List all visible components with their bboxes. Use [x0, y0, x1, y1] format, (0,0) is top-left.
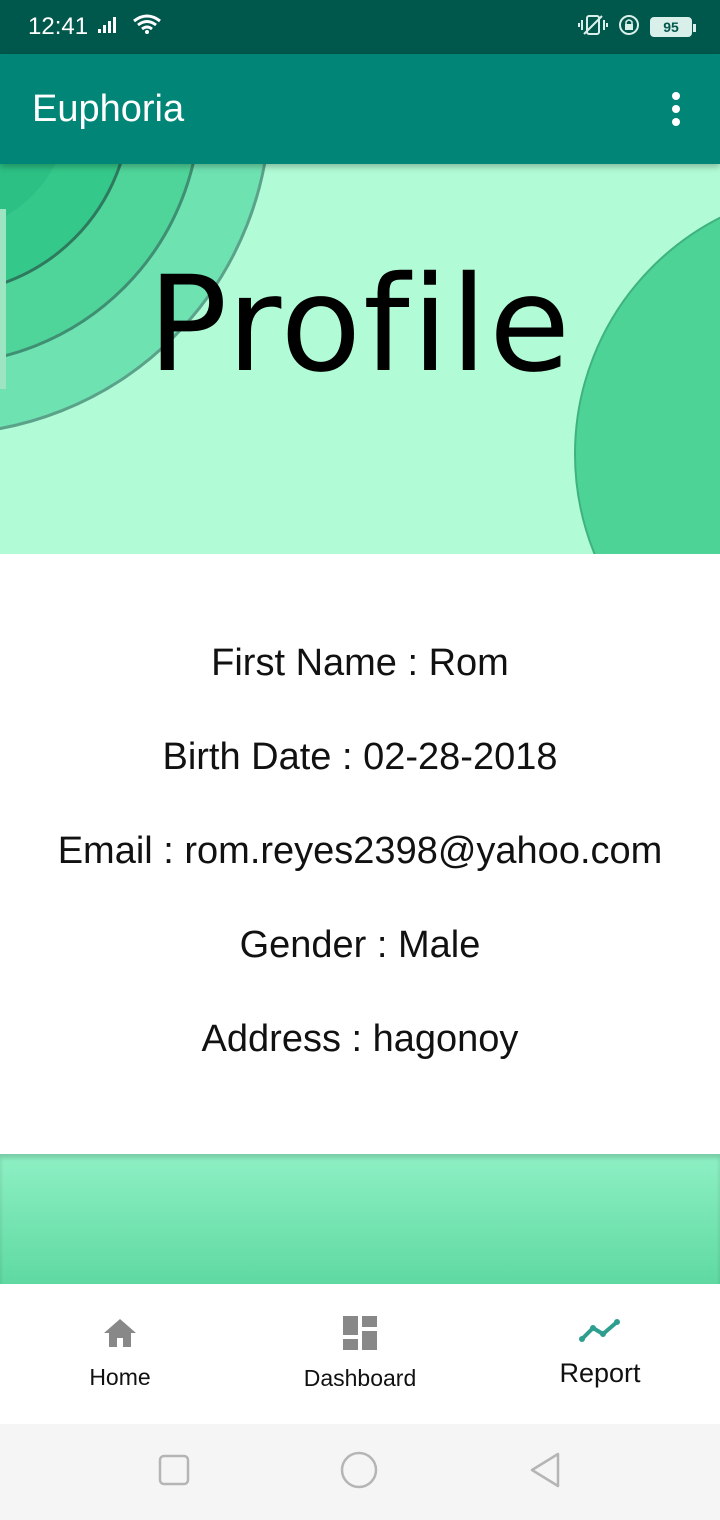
first-name-text: First Name : Rom — [211, 642, 509, 684]
dashboard-icon — [343, 1316, 377, 1355]
system-navigation-bar — [0, 1424, 720, 1520]
overflow-menu-icon[interactable] — [664, 84, 688, 134]
address-text: Address : hagonoy — [201, 1018, 519, 1060]
home-icon — [102, 1317, 138, 1354]
vibrate-icon — [578, 14, 608, 41]
status-left: 12:41 — [28, 13, 162, 42]
nav-item-dashboard[interactable]: Dashboard — [240, 1284, 480, 1424]
nav-label-report: Report — [559, 1358, 641, 1388]
recents-square-icon[interactable] — [158, 1454, 190, 1491]
report-trend-icon — [579, 1319, 621, 1348]
bottom-navigation: Home Dashboard Report — [0, 1284, 720, 1424]
status-time: 12:41 — [28, 13, 89, 40]
status-right: 95 — [578, 14, 696, 41]
profile-info-section: First Name : Rom Birth Date : 02-28-2018… — [0, 554, 720, 1154]
banner-title: Profile — [147, 248, 573, 402]
nav-item-report[interactable]: Report — [480, 1284, 720, 1424]
birth-date-text: Birth Date : 02-28-2018 — [162, 736, 558, 778]
email-text: Email : rom.reyes2398@yahoo.com — [57, 830, 663, 872]
lock-rotation-icon — [618, 14, 640, 41]
nav-label-home: Home — [89, 1364, 151, 1390]
nav-item-home[interactable]: Home — [0, 1284, 240, 1424]
wifi-icon — [132, 13, 162, 42]
profile-banner: Profile — [0, 164, 720, 554]
battery-icon: 95 — [650, 17, 696, 37]
app-bar: Euphoria — [0, 54, 720, 164]
status-bar: 12:41 95 — [0, 0, 720, 54]
gender-text: Gender : Male — [239, 924, 481, 966]
nav-label-dashboard: Dashboard — [303, 1365, 417, 1391]
app-title: Euphoria — [32, 87, 185, 130]
home-circle-icon[interactable] — [340, 1451, 378, 1494]
footer-decoration — [0, 1154, 720, 1284]
back-triangle-icon[interactable] — [528, 1452, 562, 1493]
signal-icon — [98, 13, 122, 41]
